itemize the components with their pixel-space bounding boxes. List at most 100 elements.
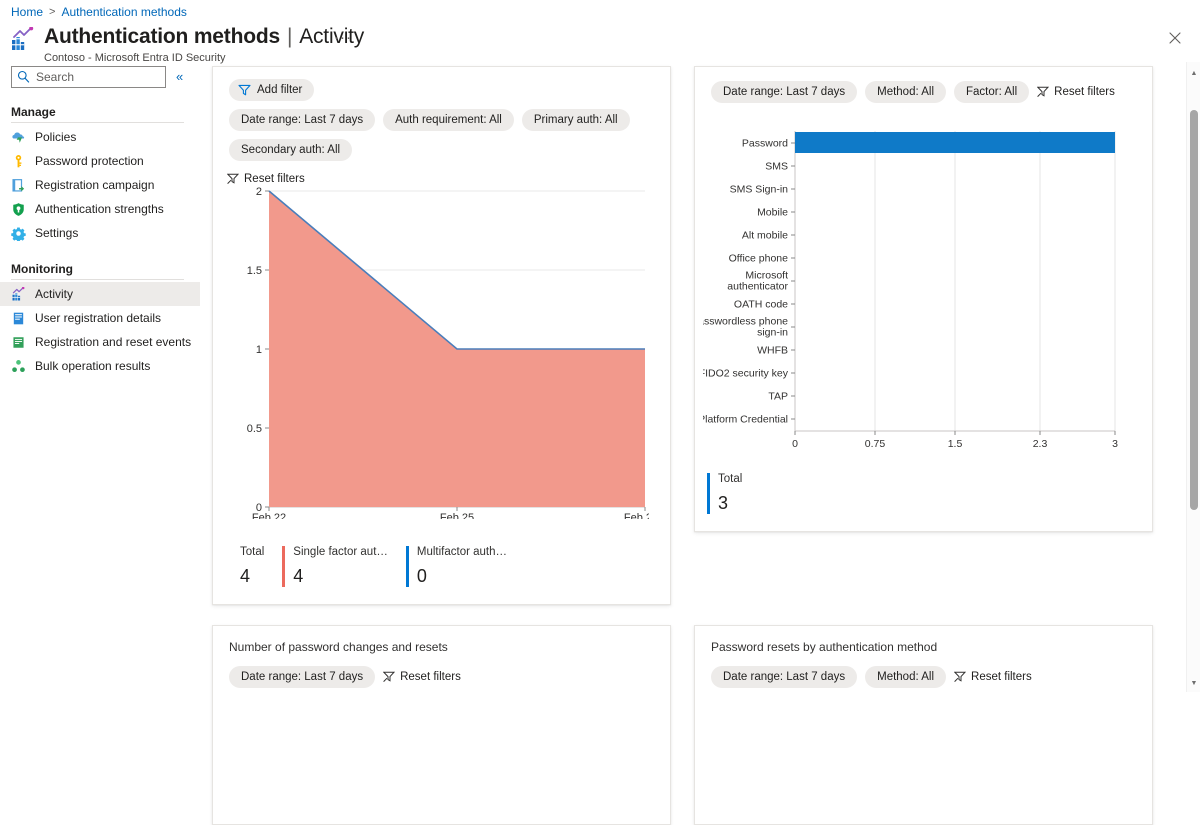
sign-ins-kpis: Total 4 Single factor aut… 4 Multifactor… xyxy=(229,545,531,589)
sidebar-item-label: Password protection xyxy=(35,154,144,168)
authentication-methods-icon xyxy=(10,27,36,53)
filter-chip-date-range[interactable]: Date range: Last 7 days xyxy=(711,666,857,688)
pwchanges-filter-chips: Date range: Last 7 days Reset filters xyxy=(213,654,670,688)
methods-kpis: Total 3 xyxy=(707,472,760,516)
methods-bar-chart: Password SMS SMS Sign-in Mobile Alt mobi… xyxy=(703,119,1143,469)
more-options-button[interactable]: ··· xyxy=(330,31,356,45)
close-button[interactable] xyxy=(1166,29,1184,47)
scroll-down-button[interactable]: ▼ xyxy=(1187,676,1200,690)
filter-icon xyxy=(238,84,251,96)
authentication-methods-panel: Date range: Last 7 days Method: All Fact… xyxy=(694,66,1153,532)
sidebar-item-policies[interactable]: Policies xyxy=(0,125,200,149)
category-label: Password xyxy=(742,138,788,150)
reset-filters-label: Reset filters xyxy=(971,671,1032,683)
search-icon xyxy=(17,70,30,84)
category-label-line2: sign-in xyxy=(757,327,788,339)
page-title-main: Authentication methods xyxy=(44,24,280,50)
kpi-value: 0 xyxy=(417,563,513,589)
chart-icon xyxy=(11,287,26,302)
sidebar-item-label: Authentication strengths xyxy=(35,202,164,216)
x-tick-label: 2.3 xyxy=(1033,438,1048,450)
kpi-label: Single factor aut… xyxy=(293,545,388,559)
filter-chip-date-range[interactable]: Date range: Last 7 days xyxy=(711,81,857,103)
filter-chip-date-range[interactable]: Date range: Last 7 days xyxy=(229,666,375,688)
sidebar-group-monitoring-label: Monitoring xyxy=(0,262,200,279)
reset-filters-button[interactable]: Reset filters xyxy=(954,666,1032,688)
page-header: Authentication methods | Activity Contos… xyxy=(10,24,364,65)
policies-icon xyxy=(11,130,26,145)
sidebar-group-divider xyxy=(11,122,184,123)
sidebar-item-label: Settings xyxy=(35,226,78,240)
category-label-line2: authenticator xyxy=(727,281,788,293)
sidebar-item-user-registration-details[interactable]: User registration details xyxy=(0,306,200,330)
kpi-value: 4 xyxy=(293,563,388,589)
reset-filter-icon xyxy=(1037,86,1049,98)
reset-filter-icon xyxy=(383,671,395,683)
reset-filter-icon xyxy=(954,671,966,683)
filter-chip-date-range[interactable]: Date range: Last 7 days xyxy=(229,109,375,131)
scroll-up-button[interactable]: ▲ xyxy=(1187,66,1200,80)
category-label: SMS Sign-in xyxy=(730,184,789,196)
reset-filters-label: Reset filters xyxy=(400,671,461,683)
sidebar-item-label: Policies xyxy=(35,130,76,144)
sidebar-item-label: Bulk operation results xyxy=(35,359,150,373)
x-tick-label: 0.75 xyxy=(865,438,886,450)
y-tick-label: 2 xyxy=(256,186,262,198)
breadcrumb-separator: > xyxy=(49,6,55,18)
filter-chip-method[interactable]: Method: All xyxy=(865,81,946,103)
filter-chip-auth-requirement[interactable]: Auth requirement: All xyxy=(383,109,514,131)
sidebar-item-registration-campaign[interactable]: Registration campaign xyxy=(0,173,200,197)
kpi-label: Total xyxy=(240,545,264,559)
sidebar: « Manage Policies Password protection Re… xyxy=(0,66,200,378)
filter-chip-method[interactable]: Method: All xyxy=(865,666,946,688)
category-label: TAP xyxy=(768,391,788,403)
sign-ins-filter-chips: Add filter xyxy=(213,67,670,101)
x-tick-label: 1.5 xyxy=(948,438,963,450)
bar-password[interactable] xyxy=(795,132,1115,153)
vertical-scrollbar[interactable]: ▲ ▼ xyxy=(1186,62,1200,692)
reset-filters-button[interactable]: Reset filters xyxy=(1037,81,1115,103)
gear-icon xyxy=(11,226,26,241)
sidebar-group-manage-label: Manage xyxy=(0,105,200,122)
bulk-icon xyxy=(11,359,26,374)
category-label: Mobile xyxy=(757,207,788,219)
kpi-color-bar xyxy=(707,473,710,514)
content-area: Add filter Date range: Last 7 days Auth … xyxy=(200,62,1188,692)
kpi-multifactor: Multifactor authe… 0 xyxy=(406,545,531,589)
sidebar-item-registration-and-reset-events[interactable]: Registration and reset events xyxy=(0,330,200,354)
sign-ins-active-filters: Date range: Last 7 days Auth requirement… xyxy=(213,101,670,161)
kpi-color-bar xyxy=(406,546,409,587)
kpi-label: Multifactor authe… xyxy=(417,545,513,559)
add-filter-button[interactable]: Add filter xyxy=(229,79,314,101)
sidebar-item-bulk-operation-results[interactable]: Bulk operation results xyxy=(0,354,200,378)
collapse-sidebar-button[interactable]: « xyxy=(172,69,187,85)
search-box[interactable] xyxy=(11,66,166,88)
sidebar-item-password-protection[interactable]: Password protection xyxy=(0,149,200,173)
sidebar-item-activity[interactable]: Activity xyxy=(0,282,200,306)
breadcrumb-home[interactable]: Home xyxy=(11,5,43,19)
category-label: Alt mobile xyxy=(742,230,788,242)
search-input[interactable] xyxy=(34,67,165,87)
pwresets-filter-chips: Date range: Last 7 days Method: All Rese… xyxy=(695,654,1152,688)
reset-filters-button[interactable]: Reset filters xyxy=(383,666,461,688)
filter-chip-primary-auth[interactable]: Primary auth: All xyxy=(522,109,630,131)
page-title-pipe: | xyxy=(287,24,292,50)
filter-chip-factor[interactable]: Factor: All xyxy=(954,81,1029,103)
reset-filters-label: Reset filters xyxy=(1054,86,1115,98)
filter-chip-secondary-auth[interactable]: Secondary auth: All xyxy=(229,139,352,161)
key-icon xyxy=(11,154,26,169)
kpi-value: 3 xyxy=(718,490,742,516)
sign-ins-panel: Add filter Date range: Last 7 days Auth … xyxy=(212,66,671,605)
sidebar-search-row: « xyxy=(0,66,200,88)
breadcrumb: Home > Authentication methods xyxy=(11,5,187,19)
sidebar-item-authentication-strengths[interactable]: Authentication strengths xyxy=(0,197,200,221)
x-tick-label: Feb 25 xyxy=(440,512,474,519)
kpi-value: 4 xyxy=(240,563,264,589)
sidebar-item-settings[interactable]: Settings xyxy=(0,221,200,245)
scrollbar-thumb[interactable] xyxy=(1190,110,1198,510)
sidebar-item-label: Registration and reset events xyxy=(35,335,191,349)
kpi-single-factor: Single factor aut… 4 xyxy=(282,545,406,589)
breadcrumb-current[interactable]: Authentication methods xyxy=(61,5,186,19)
x-tick-label: 0 xyxy=(792,438,798,450)
kpi-total: Total 3 xyxy=(707,472,760,516)
